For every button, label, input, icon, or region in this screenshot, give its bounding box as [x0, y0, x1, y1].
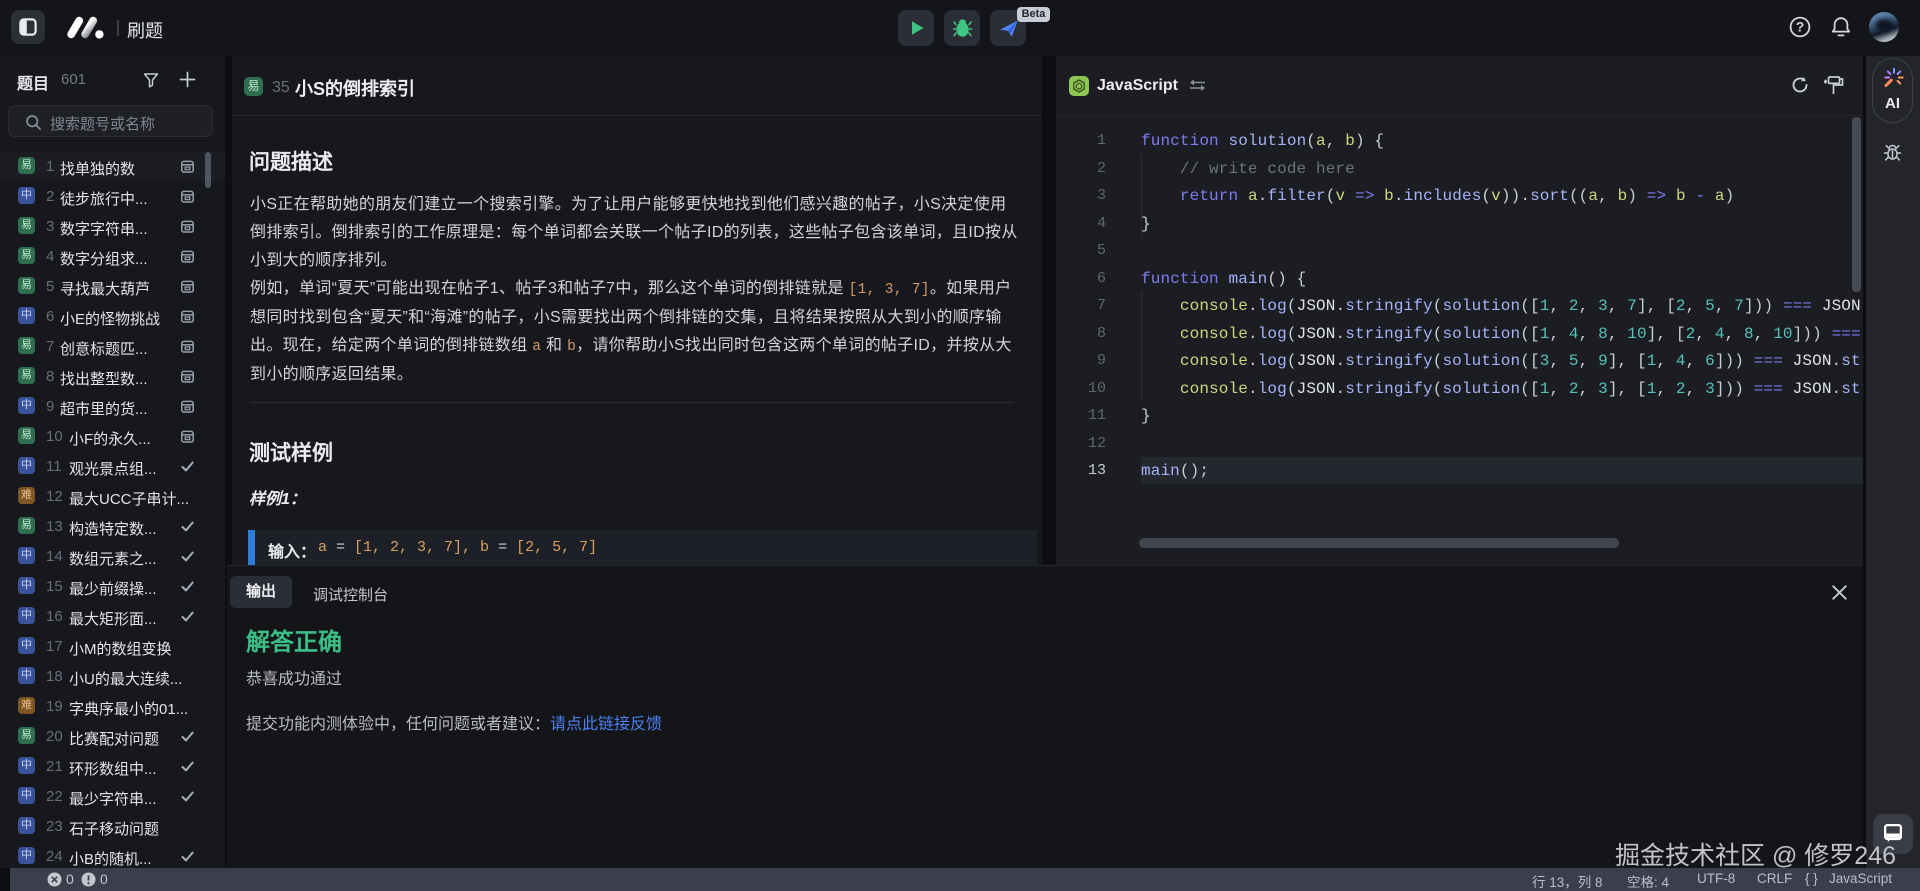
- svg-text:?: ?: [1796, 18, 1805, 34]
